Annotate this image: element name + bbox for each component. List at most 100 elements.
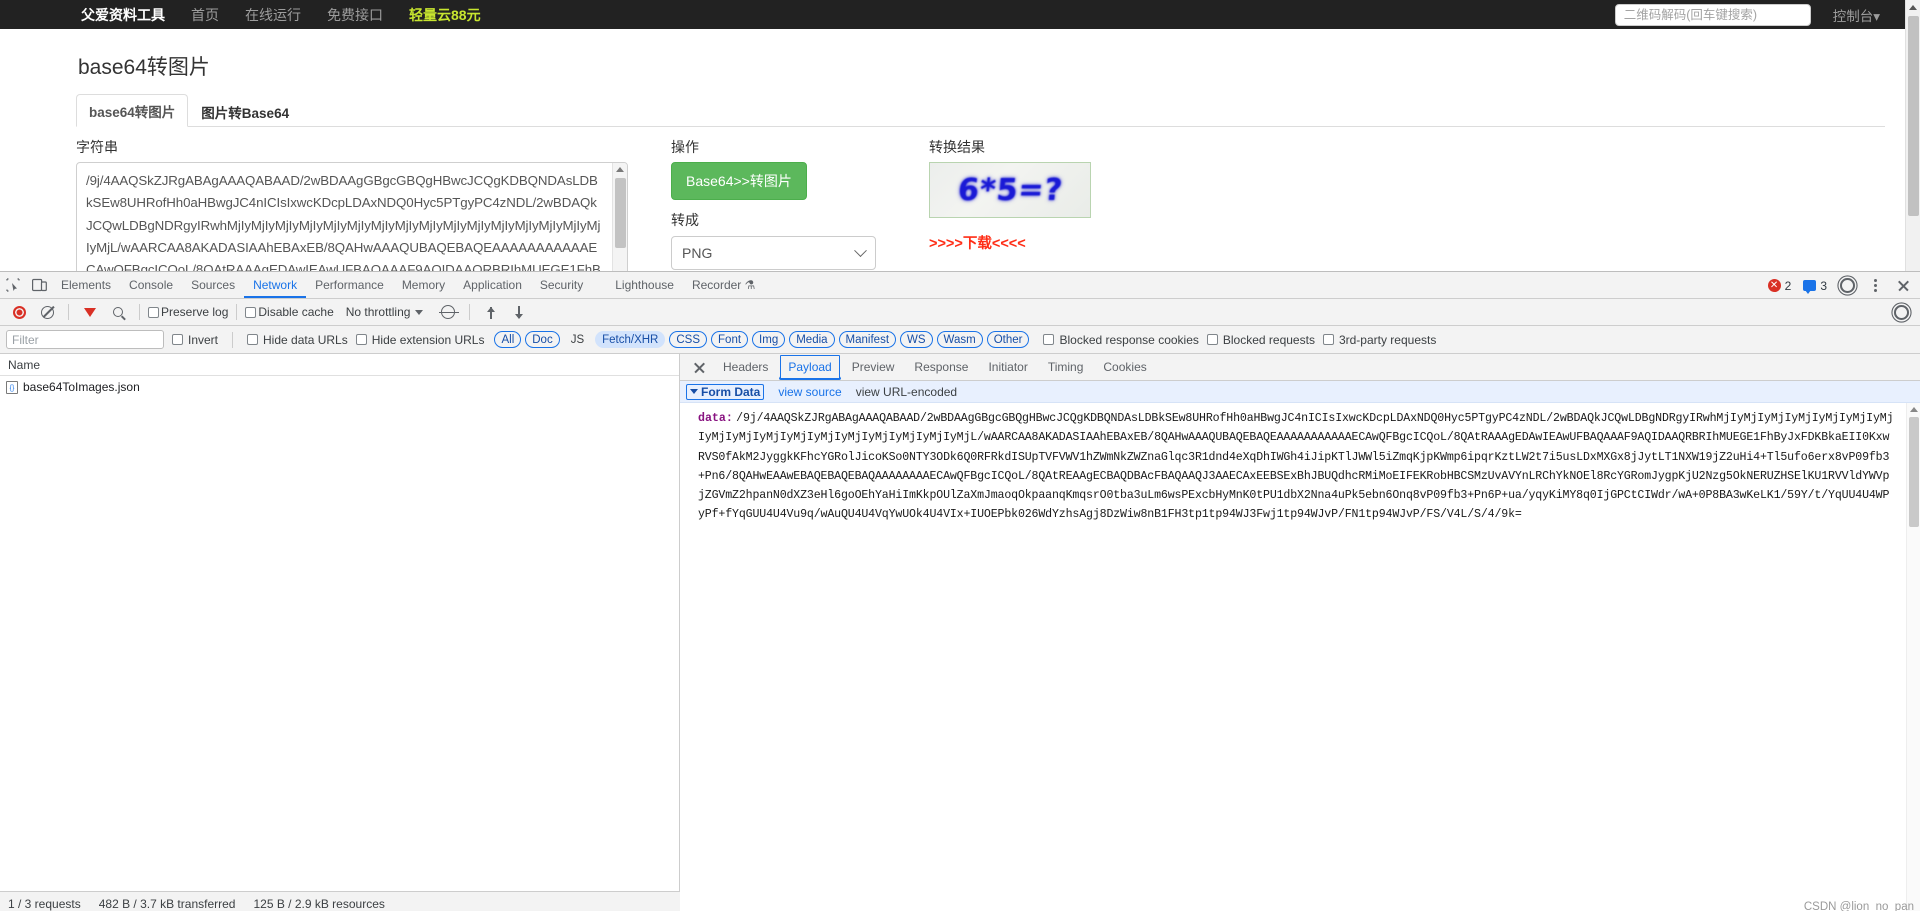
detail-tab-preview[interactable]: Preview xyxy=(843,354,904,380)
blocked-response-cookies-label[interactable]: Blocked response cookies xyxy=(1059,333,1198,347)
devtools-tab-security[interactable]: Security xyxy=(531,272,592,298)
captcha-image-text: 6*5=? xyxy=(955,172,1065,208)
download-link[interactable]: >>>>下载<<<< xyxy=(929,232,1091,253)
type-filter-font[interactable]: Font xyxy=(711,331,749,348)
devtools-tab-performance[interactable]: Performance xyxy=(306,272,393,298)
disable-cache-checkbox[interactable] xyxy=(245,306,257,318)
type-filter-other[interactable]: Other xyxy=(986,331,1030,348)
inspect-element-icon[interactable] xyxy=(0,272,26,298)
blocked-requests-label[interactable]: Blocked requests xyxy=(1223,333,1315,347)
type-filter-wasm[interactable]: Wasm xyxy=(936,331,983,348)
record-button[interactable] xyxy=(6,299,32,325)
nav-console-dropdown[interactable]: 控制台▾ xyxy=(1833,5,1880,25)
convert-button[interactable]: Base64>>转图片 xyxy=(671,162,807,200)
type-filter-ws[interactable]: WS xyxy=(900,331,933,348)
payload-scroll-up-arrow-icon[interactable] xyxy=(1909,407,1918,412)
filter-toggle-icon[interactable] xyxy=(77,299,103,325)
preserve-log-checkbox[interactable] xyxy=(148,306,159,318)
type-filter-js[interactable]: JS xyxy=(564,331,591,348)
table-row[interactable]: {} base64ToImages.json xyxy=(0,376,679,398)
more-options-icon[interactable] xyxy=(1862,273,1888,299)
third-party-requests-label[interactable]: 3rd-party requests xyxy=(1339,333,1436,347)
textarea-scrollbar[interactable] xyxy=(612,163,627,271)
flask-icon: ⚗ xyxy=(744,278,756,292)
page-scroll-up-arrow-icon[interactable] xyxy=(1909,5,1917,10)
network-status-bar: 1 / 3 requests 482 B / 3.7 kB transferre… xyxy=(0,891,680,911)
qrcode-search-input[interactable] xyxy=(1614,3,1811,26)
blocked-requests-checkbox[interactable] xyxy=(1206,334,1218,345)
error-count-badge[interactable]: ✕ 2 xyxy=(1763,279,1797,293)
settings-gear-icon[interactable] xyxy=(1834,273,1860,299)
format-select[interactable]: PNG xyxy=(671,236,876,270)
nav-link-online-run[interactable]: 在线运行 xyxy=(245,5,301,25)
detail-tab-timing[interactable]: Timing xyxy=(1039,354,1093,380)
type-filter-img[interactable]: Img xyxy=(752,331,786,348)
warning-count-badge[interactable]: 3 xyxy=(1798,279,1832,294)
invert-label[interactable]: Invert xyxy=(188,333,218,347)
devtools-tab-application[interactable]: Application xyxy=(454,272,531,298)
base64-textarea[interactable]: /9j/4AAQSkZJRgABAgAAAQABAAD/2wBDAAgGBgcG… xyxy=(76,162,628,271)
nav-link-cloud-promo[interactable]: 轻量云88元 xyxy=(409,5,481,25)
type-filter-fetch-xhr[interactable]: Fetch/XHR xyxy=(595,331,666,348)
nav-link-free-api[interactable]: 免费接口 xyxy=(327,5,383,25)
devtools-panel: Elements Console Sources Network Perform… xyxy=(0,271,1920,911)
invert-checkbox[interactable] xyxy=(172,334,183,345)
device-toolbar-icon[interactable] xyxy=(26,272,52,298)
devtools-tab-console[interactable]: Console xyxy=(120,272,182,298)
search-icon[interactable] xyxy=(105,299,131,325)
throttling-select[interactable]: No throttling xyxy=(346,305,424,319)
detail-tab-response[interactable]: Response xyxy=(905,354,977,380)
page-scrollbar[interactable] xyxy=(1905,0,1920,271)
type-filter-all[interactable]: All xyxy=(494,331,522,348)
blocked-response-cookies-checkbox[interactable] xyxy=(1043,334,1055,345)
devtools-tab-elements[interactable]: Elements xyxy=(52,272,120,298)
hide-data-urls-label[interactable]: Hide data URLs xyxy=(263,333,348,347)
payload-scrollbar[interactable] xyxy=(1906,403,1920,911)
type-filter-manifest[interactable]: Manifest xyxy=(838,331,897,348)
network-settings-gear-icon[interactable] xyxy=(1888,300,1914,326)
error-count: 2 xyxy=(1784,278,1792,293)
tab-image-to-base64[interactable]: 图片转Base64 xyxy=(188,95,302,127)
caret-down-icon xyxy=(690,389,698,394)
type-filter-media[interactable]: Media xyxy=(789,331,835,348)
preserve-log-label[interactable]: Preserve log xyxy=(161,305,228,319)
third-party-requests-checkbox[interactable] xyxy=(1322,334,1334,345)
form-data-toggle[interactable]: Form Data xyxy=(686,383,765,400)
status-resources: 125 B / 2.9 kB resources xyxy=(253,896,385,911)
devtools-tab-sources[interactable]: Sources xyxy=(182,272,244,298)
hide-data-urls-checkbox[interactable] xyxy=(247,334,259,345)
hide-extension-urls-label[interactable]: Hide extension URLs xyxy=(372,333,485,347)
hide-extension-urls-checkbox[interactable] xyxy=(355,334,367,345)
tab-base64-to-image[interactable]: base64转图片 xyxy=(76,94,189,127)
clear-button[interactable] xyxy=(34,299,60,325)
devtools-tab-recorder[interactable]: Recorder ⚗ xyxy=(683,272,764,298)
type-filter-doc[interactable]: Doc xyxy=(525,331,560,348)
close-devtools-icon[interactable] xyxy=(1890,273,1916,299)
type-filter-css[interactable]: CSS xyxy=(669,331,708,348)
chevron-down-icon xyxy=(854,243,867,257)
payload-scroll-thumb[interactable] xyxy=(1909,417,1919,527)
filter-input[interactable] xyxy=(6,330,164,349)
detail-tab-headers[interactable]: Headers xyxy=(714,354,777,380)
network-conditions-icon[interactable] xyxy=(435,299,461,325)
export-har-icon[interactable] xyxy=(506,299,532,325)
detail-tab-payload[interactable]: Payload xyxy=(779,354,840,380)
scroll-thumb[interactable] xyxy=(615,178,626,248)
devtools-tab-lighthouse[interactable]: Lighthouse xyxy=(606,272,683,298)
detail-tab-initiator[interactable]: Initiator xyxy=(979,354,1036,380)
devtools-tab-network[interactable]: Network xyxy=(244,272,306,298)
string-column: 字符串 /9j/4AAQSkZJRgABAgAAAQABAAD/2wBDAAgG… xyxy=(76,137,639,271)
import-har-icon[interactable] xyxy=(478,299,504,325)
view-url-encoded-link[interactable]: view URL-encoded xyxy=(856,385,957,399)
disable-cache-label[interactable]: Disable cache xyxy=(258,305,333,319)
page-scroll-thumb[interactable] xyxy=(1908,16,1919,216)
result-column: 转换结果 6*5=? >>>>下载<<<< xyxy=(929,137,1091,271)
request-detail-pane: Headers Payload Preview Response Initiat… xyxy=(680,354,1920,911)
scroll-up-arrow-icon[interactable] xyxy=(616,167,624,172)
nav-link-home[interactable]: 首页 xyxy=(191,5,219,25)
devtools-tab-memory[interactable]: Memory xyxy=(393,272,454,298)
close-detail-icon[interactable] xyxy=(686,354,712,380)
detail-tab-cookies[interactable]: Cookies xyxy=(1094,354,1155,380)
view-source-link[interactable]: view source xyxy=(778,385,841,399)
site-brand[interactable]: 父爱资料工具 xyxy=(81,5,165,25)
